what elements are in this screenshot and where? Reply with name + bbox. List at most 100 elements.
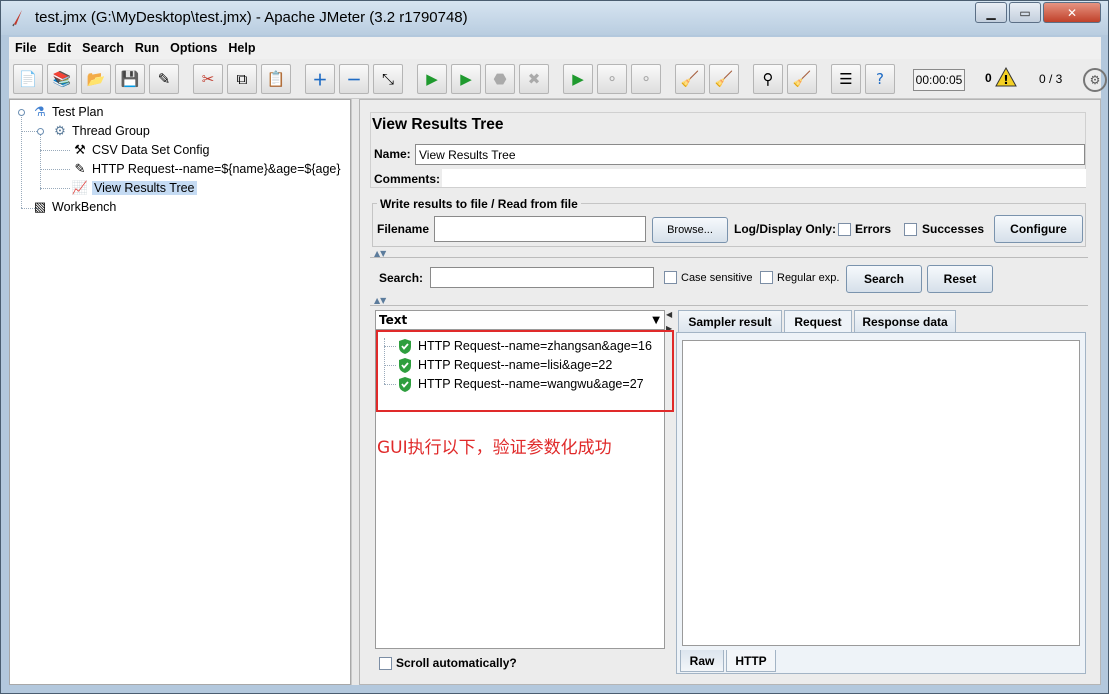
errors-label: Errors bbox=[855, 222, 892, 236]
tab-raw[interactable]: Raw bbox=[680, 650, 724, 672]
open-button[interactable]: 📂 bbox=[81, 64, 111, 94]
jmeter-feather-icon bbox=[12, 10, 22, 27]
tree-item-thread-group[interactable]: ⚙ Thread Group bbox=[52, 122, 150, 140]
cut-button[interactable]: ✂ bbox=[193, 64, 223, 94]
close-icon: ✕ bbox=[1066, 5, 1078, 20]
chevron-down-icon: ▼ bbox=[652, 314, 660, 326]
minimize-button[interactable]: ▁ bbox=[975, 2, 1007, 23]
close-button[interactable]: ✕ bbox=[1043, 2, 1101, 23]
successes-checkbox[interactable] bbox=[904, 223, 917, 236]
tree-item-label: CSV Data Set Config bbox=[92, 143, 210, 157]
save-button[interactable]: 💾 bbox=[115, 64, 145, 94]
menu-file[interactable]: File bbox=[15, 41, 37, 55]
menu-run[interactable]: Run bbox=[135, 41, 159, 55]
collapse-arrows-icon-2[interactable]: ▲▼ bbox=[374, 296, 386, 305]
menu-edit[interactable]: Edit bbox=[48, 41, 72, 55]
menu-bar: File Edit Search Run Options Help bbox=[9, 37, 1101, 59]
scroll-auto-label: Scroll automatically? bbox=[396, 656, 517, 670]
menu-help[interactable]: Help bbox=[228, 41, 255, 55]
running-gear-icon: ⚙ bbox=[1083, 68, 1107, 92]
annotation-highlight-box bbox=[376, 330, 674, 412]
expand-all-button[interactable]: ＋ bbox=[305, 64, 335, 94]
broom-icon: 🧹 bbox=[680, 70, 700, 88]
renderer-select[interactable]: Text ▼ bbox=[375, 310, 665, 330]
reset-button[interactable]: Reset bbox=[927, 265, 993, 293]
error-count: 0 bbox=[985, 71, 992, 85]
start-no-pauses-button[interactable]: ▶ bbox=[451, 64, 481, 94]
tab-sampler-result[interactable]: Sampler result bbox=[678, 310, 782, 332]
case-sensitive-checkbox[interactable] bbox=[664, 271, 677, 284]
clear-all-button[interactable]: 🧹 bbox=[709, 64, 739, 94]
broom-reset-icon: 🧹 bbox=[792, 70, 812, 88]
view-results-tree-panel: View Results Tree Name: View Results Tre… bbox=[359, 99, 1101, 685]
tree-item-label: View Results Tree bbox=[92, 181, 197, 195]
wrench-screwdriver-icon: ⚒ bbox=[74, 142, 86, 157]
scroll-auto-checkbox[interactable] bbox=[379, 657, 392, 670]
play-no-pause-icon: ▶ bbox=[460, 70, 472, 88]
search-tree-button[interactable]: ⚲ bbox=[753, 64, 783, 94]
tree-item-label: WorkBench bbox=[52, 200, 117, 214]
save-as-button[interactable]: ✎ bbox=[149, 64, 179, 94]
stop-button[interactable]: ⬣ bbox=[485, 64, 515, 94]
errors-checkbox[interactable] bbox=[838, 223, 851, 236]
search-button[interactable]: Search bbox=[846, 265, 922, 293]
request-text-area[interactable] bbox=[682, 340, 1080, 646]
tree-item-workbench[interactable]: ▧ WorkBench bbox=[32, 198, 117, 216]
name-field[interactable]: View Results Tree bbox=[415, 144, 1085, 165]
pane-splitter[interactable] bbox=[351, 99, 359, 685]
save-as-icon: ✎ bbox=[157, 70, 171, 88]
annotation-text: GUI执行以下，验证参数化成功 bbox=[377, 438, 612, 458]
toggle-wand-icon: ⤡ bbox=[381, 70, 394, 88]
remote-shutdown-icon: ⚬ bbox=[639, 70, 653, 88]
split-left-arrow-icon[interactable]: ◀ bbox=[666, 310, 674, 322]
search-input[interactable] bbox=[430, 267, 654, 288]
shutdown-icon: ✖ bbox=[527, 70, 541, 88]
filename-input[interactable] bbox=[434, 216, 646, 242]
shutdown-button[interactable]: ✖ bbox=[519, 64, 549, 94]
reset-search-button[interactable]: 🧹 bbox=[787, 64, 817, 94]
test-plan-expander[interactable] bbox=[18, 109, 25, 116]
maximize-button[interactable]: ▭ bbox=[1009, 2, 1041, 23]
log-display-label: Log/Display Only: bbox=[734, 222, 837, 236]
comments-label: Comments: bbox=[374, 172, 441, 186]
warning-icon[interactable]: ! bbox=[995, 67, 1017, 87]
tree-item-test-plan[interactable]: ⚗ Test Plan bbox=[32, 103, 103, 121]
remote-start-icon: ▶ bbox=[572, 70, 584, 88]
configure-button[interactable]: Configure bbox=[994, 215, 1083, 243]
new-button[interactable]: 📄 bbox=[13, 64, 43, 94]
regex-checkbox[interactable] bbox=[760, 271, 773, 284]
file-group-title: Write results to file / Read from file bbox=[377, 197, 581, 211]
tree-item-csv-data-set-config[interactable]: ⚒ CSV Data Set Config bbox=[72, 141, 209, 159]
templates-icon: 📚 bbox=[52, 70, 72, 88]
start-button[interactable]: ▶ bbox=[417, 64, 447, 94]
tree-item-http-request[interactable]: ✎ HTTP Request--name=${name}&age=${age} bbox=[72, 160, 341, 178]
menu-search[interactable]: Search bbox=[82, 41, 124, 55]
collapse-all-button[interactable]: － bbox=[339, 64, 369, 94]
elapsed-timer: 00:00:05 bbox=[913, 69, 965, 91]
copy-button[interactable]: ⧉ bbox=[227, 64, 257, 94]
templates-button[interactable]: 📚 bbox=[47, 64, 77, 94]
comments-field[interactable] bbox=[442, 169, 1086, 187]
help-button[interactable]: ? bbox=[865, 64, 895, 94]
save-icon: 💾 bbox=[120, 70, 140, 88]
clear-button[interactable]: 🧹 bbox=[675, 64, 705, 94]
paste-button[interactable]: 📋 bbox=[261, 64, 291, 94]
toggle-button[interactable]: ⤡ bbox=[373, 64, 403, 94]
browse-button[interactable]: Browse... bbox=[652, 217, 728, 243]
function-helper-button[interactable]: ☰ bbox=[831, 64, 861, 94]
regex-label: Regular exp. bbox=[777, 272, 840, 284]
thread-group-expander[interactable] bbox=[37, 128, 44, 135]
tab-http[interactable]: HTTP bbox=[726, 650, 776, 672]
tab-request[interactable]: Request bbox=[784, 310, 852, 332]
remote-start-button[interactable]: ▶ bbox=[563, 64, 593, 94]
menu-options[interactable]: Options bbox=[170, 41, 217, 55]
stop-icon: ⬣ bbox=[493, 70, 507, 88]
minus-icon: － bbox=[346, 70, 362, 89]
toolbar: 📄 📚 📂 💾 ✎ ✂ ⧉ 📋 ＋ － ⤡ ▶ ▶ ⬣ ✖ ▶ ⚬ ⚬ 🧹 🧹 … bbox=[9, 59, 1107, 99]
tree-item-view-results-tree[interactable]: 📈 View Results Tree bbox=[72, 179, 197, 197]
remote-stop-button[interactable]: ⚬ bbox=[597, 64, 627, 94]
tab-response-data[interactable]: Response data bbox=[854, 310, 956, 332]
tree-item-label: HTTP Request--name=${name}&age=${age} bbox=[92, 162, 341, 176]
panel-title: View Results Tree bbox=[372, 116, 504, 133]
remote-shutdown-button[interactable]: ⚬ bbox=[631, 64, 661, 94]
